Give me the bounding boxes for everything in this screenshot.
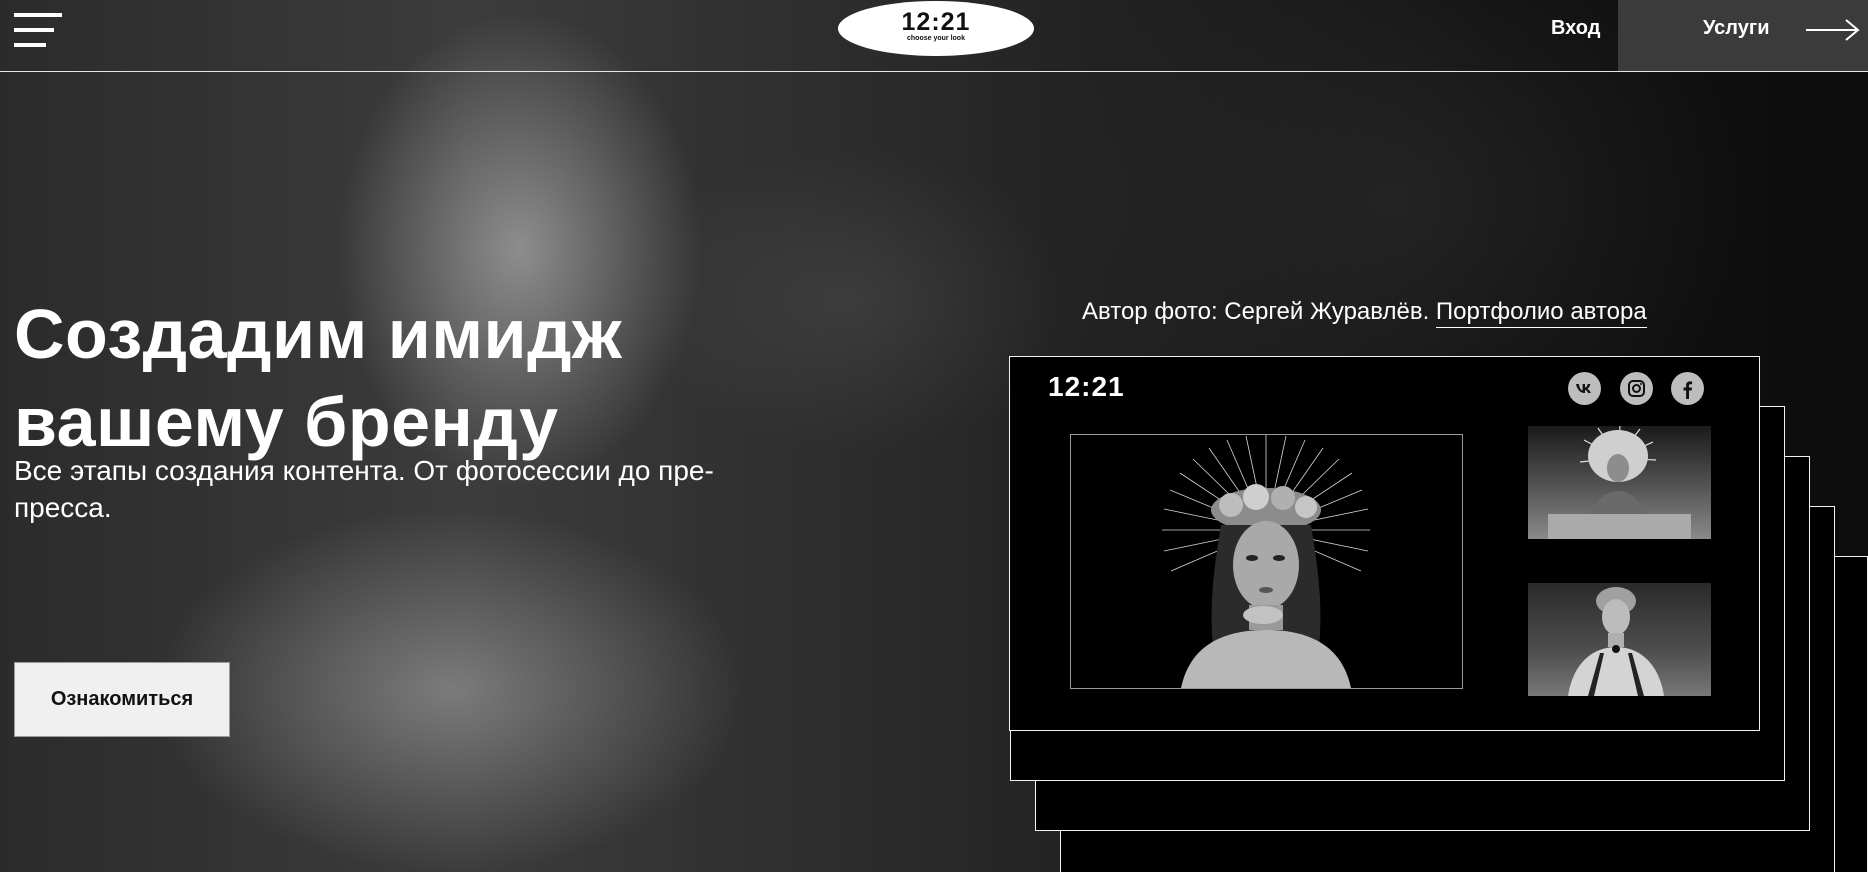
gallery-photo-2[interactable] [1528,583,1711,696]
arrow-right-icon [1806,19,1860,41]
hero-section: 12:21 choose your look Вход Услуги Созда… [0,0,1868,872]
site-header: 12:21 choose your look Вход Услуги [0,0,1868,72]
instagram-icon[interactable] [1620,372,1653,405]
learn-more-button[interactable]: Ознакомиться [14,662,230,737]
vk-icon[interactable] [1568,372,1601,405]
logo-tagline: choose your look [907,35,965,42]
site-logo[interactable]: 12:21 choose your look [838,1,1034,56]
logo-time: 12:21 [901,8,971,36]
gallery-photo-2-image [1568,587,1664,696]
photo-credit: Автор фото: Сергей Журавлёв. Портфолио а… [1082,296,1647,328]
preview-logo: 12:21 [1048,371,1125,402]
gallery-photo-1[interactable] [1528,426,1711,539]
facebook-icon[interactable] [1671,372,1704,405]
preview-frame[interactable]: 12:21 [1009,356,1760,731]
hero-subtitle: Все этапы создания контента. От фотосесс… [14,455,714,523]
featured-photo-image [1162,435,1370,688]
photo-credit-text: Автор фото: Сергей Журавлёв. [1082,298,1430,325]
services-label: Услуги [1703,17,1770,39]
portfolio-link[interactable]: Портфолио автора [1435,298,1647,328]
menu-icon[interactable] [14,13,64,47]
hero-title: Создадим имидж вашему бренду [14,295,623,461]
login-link[interactable]: Вход [1551,17,1600,43]
featured-photo[interactable] [1070,434,1463,689]
services-button[interactable]: Услуги [1618,0,1868,71]
gallery-photo-1-image [1548,426,1691,539]
